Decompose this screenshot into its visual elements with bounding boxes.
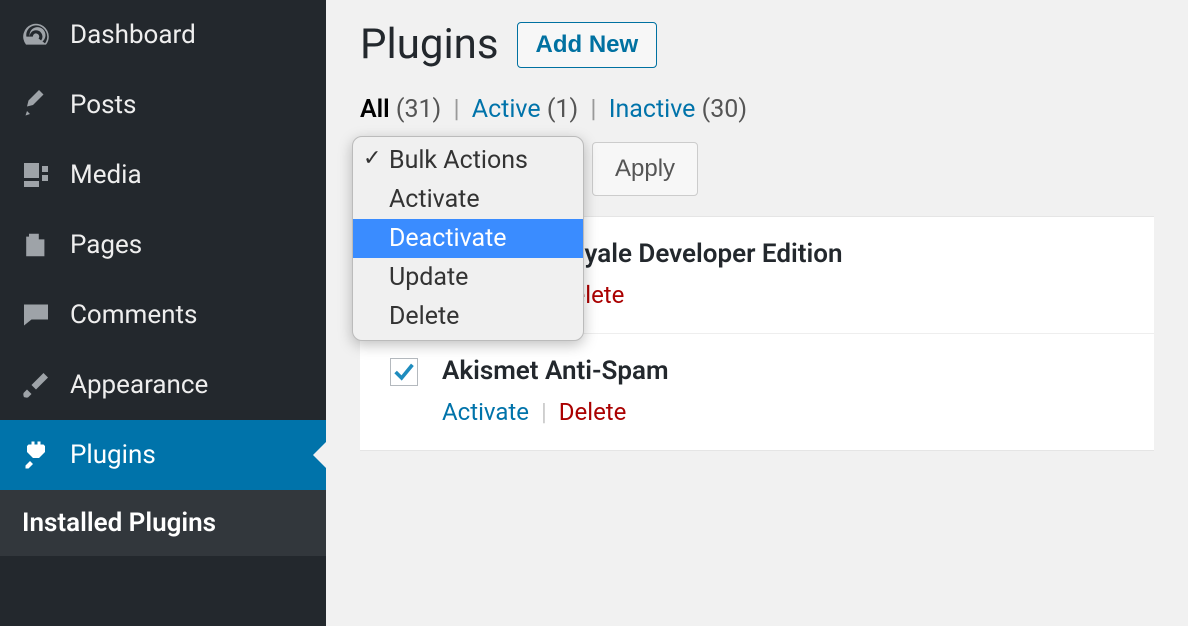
plugin-delete-link[interactable]: Delete	[559, 398, 627, 426]
media-icon	[18, 157, 54, 193]
brush-icon	[18, 367, 54, 403]
sidebar-item-plugins[interactable]: Plugins	[0, 420, 326, 490]
sidebar-item-label: Media	[70, 160, 308, 190]
filter-links: All (31) | Active (1) | Inactive (30)	[360, 95, 1154, 124]
plugin-actions: Activate | Delete	[442, 398, 1124, 426]
sidebar-item-pages[interactable]: Pages	[0, 210, 326, 280]
bulk-actions-dropdown[interactable]: Bulk Actions Activate Deactivate Update …	[352, 136, 584, 341]
sidebar-subitem-label: Installed Plugins	[22, 508, 216, 538]
sidebar-item-comments[interactable]: Comments	[0, 280, 326, 350]
bulk-option-bulk-actions[interactable]: Bulk Actions	[353, 141, 583, 180]
main-content: Plugins Add New All (31) | Active (1) | …	[326, 0, 1188, 626]
filter-separator: |	[590, 95, 596, 124]
plugin-name: Akismet Anti-Spam	[442, 356, 1124, 386]
filter-active-count: (1)	[547, 95, 578, 124]
sidebar-item-label: Appearance	[70, 370, 308, 400]
filter-all-count: (31)	[396, 95, 441, 124]
filter-all-link[interactable]: All	[360, 95, 390, 124]
dashboard-icon	[18, 17, 54, 53]
bulk-actions-row: Bulk Actions Activate Deactivate Update …	[360, 142, 1154, 196]
page-title: Plugins	[360, 20, 499, 69]
pages-icon	[18, 227, 54, 263]
plugin-row: Akismet Anti-Spam Activate | Delete	[360, 334, 1154, 450]
sidebar-item-label: Posts	[70, 90, 308, 120]
bulk-option-delete[interactable]: Delete	[353, 297, 583, 336]
action-separator: |	[541, 398, 547, 426]
plug-icon	[18, 437, 54, 473]
plugin-activate-link[interactable]: Activate	[442, 398, 529, 426]
filter-active-link[interactable]: Active	[472, 95, 541, 124]
sidebar-item-dashboard[interactable]: Dashboard	[0, 0, 326, 70]
admin-sidebar: Dashboard Posts Media Pages Comments App…	[0, 0, 326, 626]
sidebar-item-label: Dashboard	[70, 20, 308, 50]
sidebar-item-label: Comments	[70, 300, 308, 330]
sidebar-subitem-installed-plugins[interactable]: Installed Plugins	[0, 490, 326, 556]
apply-button[interactable]: Apply	[592, 142, 698, 196]
comment-icon	[18, 297, 54, 333]
bulk-option-update[interactable]: Update	[353, 258, 583, 297]
sidebar-item-appearance[interactable]: Appearance	[0, 350, 326, 420]
bulk-option-deactivate[interactable]: Deactivate	[353, 219, 583, 258]
page-header: Plugins Add New	[360, 20, 1154, 69]
filter-separator: |	[453, 95, 459, 124]
filter-inactive-link[interactable]: Inactive	[609, 95, 696, 124]
plugin-checkbox[interactable]	[390, 358, 418, 386]
pin-icon	[18, 87, 54, 123]
bulk-option-activate[interactable]: Activate	[353, 180, 583, 219]
sidebar-item-label: Pages	[70, 230, 308, 260]
filter-inactive-count: (30)	[702, 95, 747, 124]
sidebar-item-posts[interactable]: Posts	[0, 70, 326, 140]
sidebar-item-media[interactable]: Media	[0, 140, 326, 210]
sidebar-item-label: Plugins	[70, 440, 308, 470]
add-new-button[interactable]: Add New	[517, 22, 658, 68]
